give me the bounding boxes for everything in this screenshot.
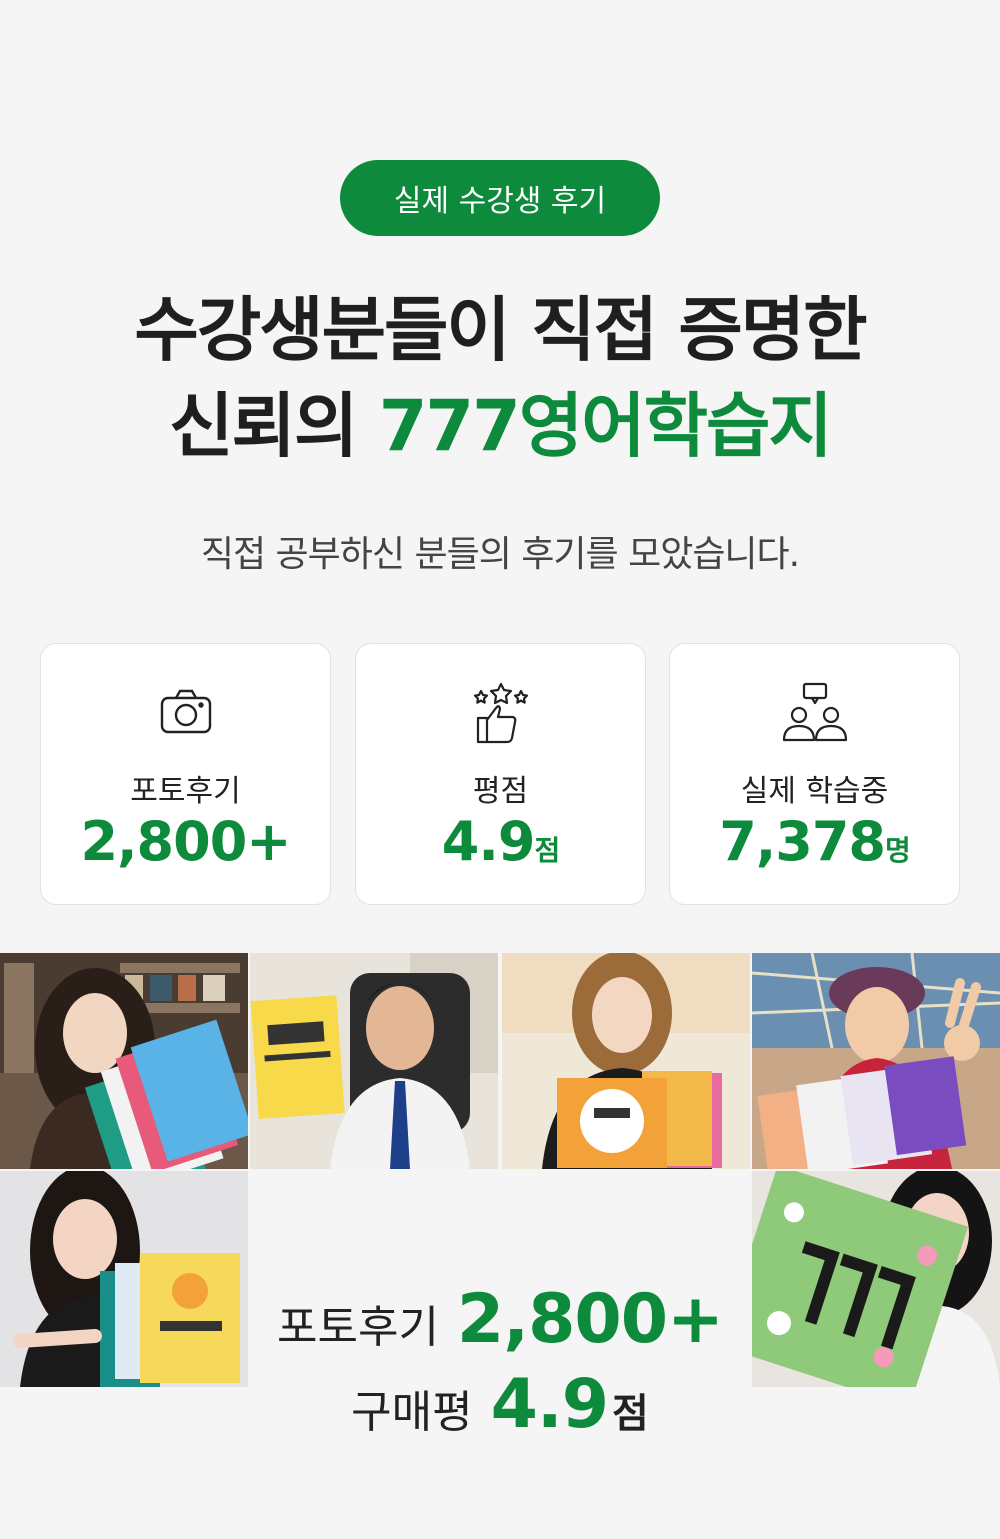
stat-unit: 명 bbox=[885, 834, 911, 867]
rating-unit: 점 bbox=[612, 1391, 649, 1437]
stat-number: 4.9 bbox=[441, 810, 536, 873]
review-photo-woman-pointing bbox=[0, 1171, 248, 1387]
stat-value: 4.9점 bbox=[356, 810, 645, 873]
stat-card-active-learners: 실제 학습중 7,378명 bbox=[669, 643, 960, 905]
stat-label: 포토후기 bbox=[130, 774, 241, 809]
headline-brand: 777영어학습지 bbox=[378, 385, 833, 467]
stat-label: 실제 학습중 bbox=[740, 774, 889, 809]
photo-review-count: 2,800+ bbox=[456, 1280, 724, 1359]
rating-summary: 구매평 4.9 점 bbox=[248, 1365, 752, 1444]
review-photo-woman-gift-box bbox=[752, 1171, 1000, 1387]
review-summary: 포토후기 2,800+ 구매평 4.9 점 bbox=[248, 1280, 752, 1444]
headline-line-2: 신뢰의 777영어학습지 bbox=[0, 378, 1000, 474]
review-photo-man-office bbox=[250, 953, 498, 1169]
rating-value: 4.9 bbox=[490, 1365, 609, 1444]
stat-number: 2,800+ bbox=[80, 810, 291, 873]
people-chat-icon bbox=[670, 682, 959, 742]
rating-label: 구매평 bbox=[351, 1387, 473, 1438]
thumbs-up-stars-icon bbox=[356, 682, 645, 744]
subtitle: 직접 공부하신 분들의 후기를 모았습니다. bbox=[200, 534, 800, 575]
photo-review-summary: 포토후기 2,800+ bbox=[248, 1280, 752, 1359]
review-badge: 실제 수강생 후기 bbox=[340, 160, 660, 236]
headline-line-2-prefix: 신뢰의 bbox=[169, 385, 379, 467]
photo-review-label: 포토후기 bbox=[277, 1302, 439, 1353]
stat-value: 7,378명 bbox=[670, 810, 959, 873]
review-photo-senior-woman-victory bbox=[752, 953, 1000, 1169]
headline-line-1: 수강생분들이 직접 증명한 bbox=[134, 289, 867, 371]
stat-value: 2,800+ bbox=[41, 810, 330, 873]
headline: 수강생분들이 직접 증명한 신뢰의 777영어학습지 bbox=[0, 282, 1000, 474]
stat-label: 평점 bbox=[472, 774, 529, 809]
stat-card-rating: 평점 4.9점 bbox=[355, 643, 646, 905]
camera-icon bbox=[41, 682, 330, 742]
stat-unit: 점 bbox=[534, 834, 560, 867]
stat-card-photo-reviews: 포토후기 2,800+ bbox=[40, 643, 331, 905]
stat-number: 7,378 bbox=[719, 810, 886, 873]
review-photo-woman-bookstore bbox=[0, 953, 248, 1169]
stats-row: 포토후기 2,800+ 평점 4.9점 실제 학습중 7,378명 bbox=[40, 643, 960, 905]
review-photo-woman-orange-book bbox=[502, 953, 750, 1169]
